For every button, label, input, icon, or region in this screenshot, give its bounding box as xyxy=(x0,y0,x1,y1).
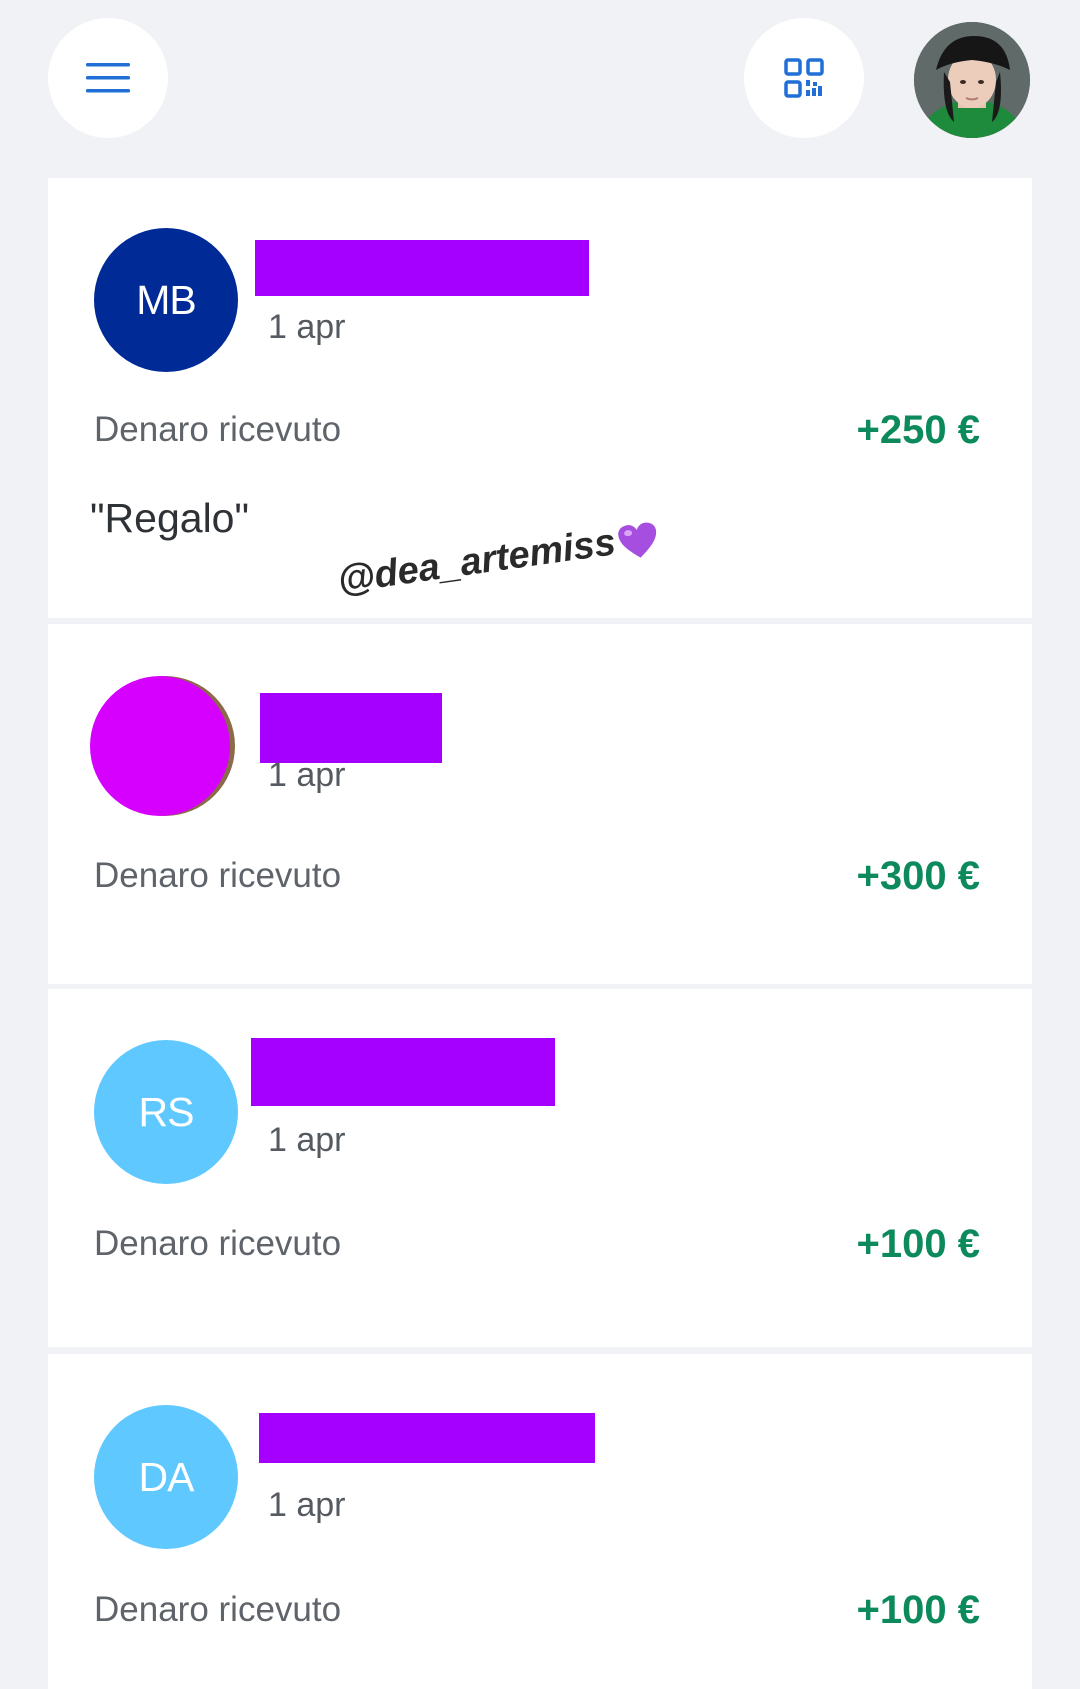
transaction-amount: +100 € xyxy=(856,1588,980,1632)
qr-code-icon xyxy=(784,58,824,98)
transaction-type: Denaro ricevuto xyxy=(94,1590,342,1629)
redacted-name xyxy=(260,693,442,763)
redacted-name xyxy=(255,240,589,296)
purple-heart-icon xyxy=(618,522,657,558)
contact-avatar: RS xyxy=(94,1040,238,1184)
transaction-type: Denaro ricevuto xyxy=(94,856,342,895)
user-profile-photo xyxy=(914,22,1030,138)
contact-avatar: DA xyxy=(94,1405,238,1549)
transaction-date: 1 apr xyxy=(268,1121,346,1159)
transaction-date: 1 apr xyxy=(268,308,346,346)
transaction-date: 1 apr xyxy=(268,1486,346,1524)
profile-avatar-button[interactable] xyxy=(914,22,1030,138)
transaction-amount: +300 € xyxy=(856,854,980,898)
qr-code-button[interactable] xyxy=(744,18,864,138)
transaction-card[interactable]: DA 1 apr Denaro ricevuto +100 € xyxy=(48,1354,1032,1689)
redacted-name xyxy=(259,1413,595,1463)
transaction-type: Denaro ricevuto xyxy=(94,1224,342,1263)
contact-avatar xyxy=(90,676,230,816)
redacted-name xyxy=(251,1038,555,1106)
transaction-note: "Regalo" xyxy=(90,495,250,541)
top-bar xyxy=(0,0,1080,178)
contact-avatar: MB xyxy=(94,228,238,372)
transaction-type: Denaro ricevuto xyxy=(94,410,342,449)
hamburger-menu-icon xyxy=(86,63,130,93)
transaction-amount: +100 € xyxy=(856,1222,980,1266)
transaction-card[interactable]: 1 apr Denaro ricevuto +300 € xyxy=(48,624,1032,984)
menu-button[interactable] xyxy=(48,18,168,138)
avatar-initials: RS xyxy=(138,1088,195,1135)
avatar-initials: DA xyxy=(138,1453,195,1500)
avatar-initials: MB xyxy=(136,276,196,323)
transaction-date: 1 apr xyxy=(268,756,346,794)
transaction-amount: +250 € xyxy=(856,408,980,452)
transaction-card[interactable]: RS 1 apr Denaro ricevuto +100 € xyxy=(48,989,1032,1347)
